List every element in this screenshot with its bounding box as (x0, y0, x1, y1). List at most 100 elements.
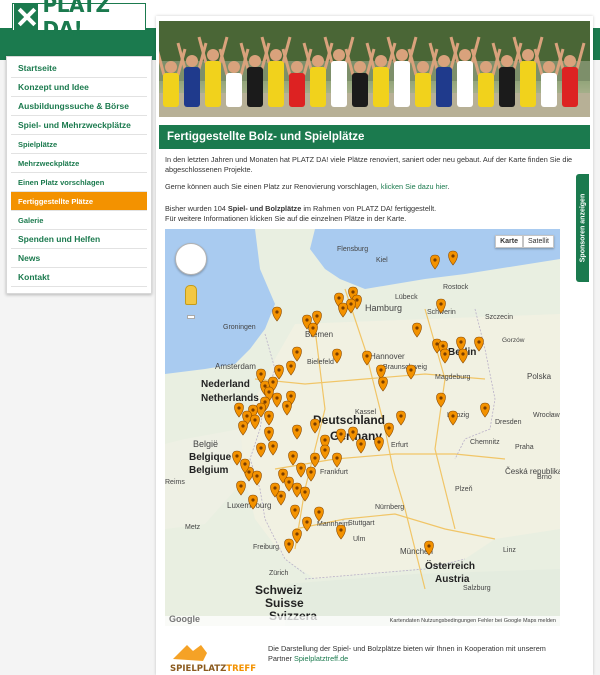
google-map[interactable]: FlensburgKielRostockLübeckHamburgSchweri… (165, 229, 560, 626)
map-label: Reims (165, 479, 185, 486)
map-pin-dot (237, 406, 241, 410)
map-zoom-control[interactable] (187, 315, 195, 319)
map-label: Netherlands (201, 393, 259, 404)
more-info-text: Für weitere Informationen klicken Sie au… (165, 213, 407, 223)
map-label: Rostock (443, 284, 469, 291)
map-label: Zürich (269, 570, 289, 577)
intro-text: In den letzten Jahren und Monaten hat PL… (165, 155, 573, 174)
map-pin-dot (299, 466, 303, 470)
map-pin-dot (239, 484, 243, 488)
map-label: Praha (515, 444, 534, 451)
map-pin-dot (335, 352, 339, 356)
count-pre: Bisher wurden 104 (165, 204, 226, 213)
map-label: Nederland (201, 379, 250, 390)
sponsors-tab[interactable]: Sponsoren anzeigen (576, 174, 589, 282)
map-pin-dot (289, 394, 293, 398)
map-pin-dot (339, 432, 343, 436)
map-pin-dot (303, 490, 307, 494)
map-pin-dot (253, 418, 257, 422)
sidebar-item-kontakt[interactable]: Kontakt (11, 268, 147, 287)
sidebar-item-startseite[interactable]: Startseite (11, 59, 147, 78)
map-label: Stuttgart (348, 520, 375, 527)
map-label: Bielefeld (307, 359, 334, 366)
count-bold: Spiel- und Bolzplätze (227, 204, 302, 213)
map-pin-dot (275, 396, 279, 400)
map-pin-dot (439, 396, 443, 400)
map-pan-control[interactable] (175, 243, 207, 275)
map-pin-dot (267, 414, 271, 418)
map-pin-dot (439, 302, 443, 306)
map-pin-dot (451, 414, 455, 418)
map-pin-dot (235, 454, 239, 458)
map-label: Magdeburg (435, 374, 471, 381)
sidebar-item-fertiggestellte-plätze[interactable]: Fertiggestellte Plätze (11, 192, 147, 211)
logo-text: PLATZ DA! (42, 0, 110, 41)
map-type-satellite-button[interactable]: Satellit (522, 235, 554, 248)
map-label: Kiel (376, 257, 388, 264)
map-type-switch: Karte Satellit (495, 235, 554, 248)
spielplatztreff-logo-text[interactable]: SPIELPLATZTREFF (170, 664, 256, 674)
sidebar-item-ausbildungssuche-börse[interactable]: Ausbildungssuche & Börse (11, 97, 147, 116)
map-label: Hamburg (365, 303, 402, 313)
sidebar-item-news[interactable]: News (11, 249, 147, 268)
hero-photo-graphic (159, 21, 590, 117)
map-attribution[interactable]: Kartendaten Nutzungsbedingungen Fehler b… (165, 616, 560, 626)
map-pin-dot (315, 314, 319, 318)
map-pin-dot (323, 438, 327, 442)
map-label: Dresden (495, 419, 522, 426)
sidebar-item-konzept-und-idee[interactable]: Konzept und Idee (11, 78, 147, 97)
map-pin-dot (295, 486, 299, 490)
map-pin-dot (241, 424, 245, 428)
map-pin-dot (359, 442, 363, 446)
map-label: Amsterdam (215, 362, 256, 371)
map-label: Flensburg (337, 246, 368, 253)
sidebar-item-spenden-und-helfen[interactable]: Spenden und Helfen (11, 230, 147, 249)
map-label: Hannover (370, 352, 405, 361)
suggest-link[interactable]: klicken Sie dazu hier (381, 182, 448, 191)
map-canvas[interactable]: FlensburgKielRostockLübeckHamburgSchweri… (165, 229, 560, 626)
map-label: Suisse (265, 596, 304, 610)
map-label: Lübeck (395, 294, 418, 301)
sidebar-item-spiel-und-mehrzweckplätze[interactable]: Spiel- und Mehrzweckplätze (11, 116, 147, 135)
map-pin-dot (287, 480, 291, 484)
logo-x-icon (14, 4, 38, 30)
map-pin-dot (323, 448, 327, 452)
map-pin-dot (461, 352, 465, 356)
map-label: Ulm (353, 536, 366, 543)
suggest-paragraph: Gerne können auch Sie einen Platz zur Re… (165, 182, 585, 192)
map-pin-dot (263, 400, 267, 404)
map-pin-dot (287, 542, 291, 546)
map-label: Wrocław (533, 412, 560, 419)
map-pin-dot (351, 290, 355, 294)
sidebar-item-galerie[interactable]: Galerie (11, 211, 147, 230)
map-pin-dot (273, 486, 277, 490)
platz-da-logo[interactable]: PLATZ DA! (12, 0, 146, 41)
map-pin-dot (317, 510, 321, 514)
sidebar-item-mehrzweckplätze[interactable]: Mehrzweckplätze (11, 154, 147, 173)
map-pin-dot (285, 404, 289, 408)
map-label: Österreich (425, 559, 475, 572)
map-pin-dot (337, 296, 341, 300)
map-pin-dot (459, 340, 463, 344)
sidebar-item-spielplätze[interactable]: Spielplätze (11, 135, 147, 154)
footer-partner-link[interactable]: Spielplatztreff.de (294, 654, 348, 663)
map-label: Erfurt (391, 442, 408, 449)
map-pin-dot (277, 368, 281, 372)
map-pin-dot (365, 354, 369, 358)
map-label: Szczecin (485, 314, 513, 321)
suggest-text: Gerne können auch Sie einen Platz zur Re… (165, 182, 379, 191)
map-pin-dot (281, 472, 285, 476)
map-pin-dot (339, 528, 343, 532)
map-pin-dot (349, 302, 353, 306)
map-pin-dot (245, 414, 249, 418)
map-pin-dot (335, 456, 339, 460)
map-pin-dot (267, 430, 271, 434)
sidebar-item-einen-platz-vorschlagen[interactable]: Einen Platz vorschlagen (11, 173, 147, 192)
map-label: Chemnitz (470, 439, 500, 446)
map-type-map-button[interactable]: Karte (495, 235, 523, 248)
map-label: Groningen (223, 324, 256, 331)
map-pin-dot (387, 426, 391, 430)
map-pin-dot (271, 444, 275, 448)
street-view-pegman-icon[interactable] (185, 285, 197, 305)
sidebar-nav: Startseite Konzept und Idee Ausbildungssuc… (6, 56, 152, 294)
